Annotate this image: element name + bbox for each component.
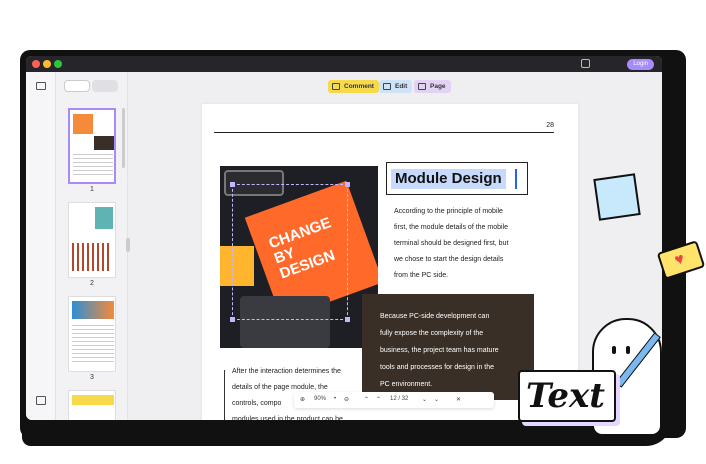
quote-bar	[224, 370, 225, 420]
double-page-view-icon[interactable]	[92, 80, 118, 92]
heart-icon: ♥	[672, 250, 687, 270]
page-icon	[418, 83, 426, 90]
mascot-eye	[612, 346, 616, 354]
close-window-button[interactable]	[32, 60, 40, 68]
panel-collapse-handle[interactable]	[126, 238, 130, 252]
edit-label: Edit	[395, 83, 408, 90]
maximize-window-button[interactable]	[54, 60, 62, 68]
highlight-block[interactable]: Because PC-side development can fully ex…	[362, 294, 534, 400]
header-rule	[214, 132, 554, 133]
page-button[interactable]: Page	[414, 80, 451, 93]
text-line: fully expose the complexity of the	[380, 330, 484, 337]
thumbnail-block	[94, 136, 114, 150]
layout-icon[interactable]	[581, 59, 590, 68]
single-page-view-icon[interactable]	[64, 80, 90, 92]
text-line: first, the module details of the mobile	[394, 224, 509, 231]
thumbnail-page-3[interactable]	[68, 296, 116, 372]
title-bar: Login	[26, 56, 662, 72]
page-navigation-bar: ⊕ 90% • ⊖ ⌃ ⌃ 12 / 32 ⌄ ⌄ ✕	[294, 392, 494, 408]
zoom-out-icon[interactable]: ⊖	[344, 396, 349, 403]
text-line: According to the principle of mobile	[394, 208, 503, 215]
page-indicator[interactable]: 12 / 32	[390, 396, 408, 402]
sticky-note-icon	[593, 173, 641, 221]
text-line: After the interaction determines the	[232, 368, 341, 375]
text-card: Text	[518, 370, 616, 422]
text-line: PC environment.	[380, 381, 433, 388]
text-line: terminal should be designed first, but	[394, 240, 509, 247]
thumbnail-image	[72, 243, 112, 271]
thumbnail-number: 1	[90, 186, 94, 193]
image-selection-box[interactable]	[230, 182, 350, 322]
text-line: we chose to start the design details	[394, 256, 504, 263]
text-line: business, the project team has mature	[380, 347, 499, 354]
left-rail	[26, 72, 56, 420]
login-button[interactable]: Login	[627, 59, 654, 70]
thumbnail-page-2[interactable]	[68, 202, 116, 278]
thumbnail-text-lines	[73, 154, 113, 178]
thumbnail-page-4[interactable]	[68, 390, 116, 420]
zoom-level[interactable]: 90%	[314, 396, 326, 402]
resize-handle[interactable]	[345, 317, 350, 322]
page-label: Page	[430, 83, 446, 90]
thumbnail-number: 2	[90, 280, 94, 287]
close-icon[interactable]: ✕	[456, 396, 461, 403]
comment-button[interactable]: Comment	[328, 80, 379, 93]
text-line: tools and processes for design in the	[380, 364, 495, 371]
last-page-icon[interactable]: ⌄	[434, 396, 439, 403]
text-card-label: Text	[526, 376, 606, 416]
document-image[interactable]: CHANGE BY DESIGN	[220, 166, 378, 348]
next-page-icon[interactable]: ⌄	[422, 396, 427, 403]
paragraph-2: Because PC-side development can fully ex…	[380, 308, 530, 393]
thumbnail-image	[72, 395, 114, 405]
page-number: 28	[546, 122, 554, 129]
resize-handle[interactable]	[230, 317, 235, 322]
text-line: from the PC side.	[394, 272, 449, 279]
comment-icon	[332, 83, 340, 90]
mascot-eye	[626, 346, 630, 354]
text-line: modules used in the product can be	[232, 416, 343, 420]
thumbnail-image	[95, 207, 113, 229]
thumbnail-page-1[interactable]	[68, 108, 116, 184]
book-icon[interactable]	[36, 396, 46, 405]
app-window: Login 1 2 3 Comment Edit Page 28 CHANGE …	[26, 56, 662, 420]
zoom-in-icon[interactable]: ⊕	[300, 396, 305, 403]
title-text-box[interactable]: Module Design	[386, 162, 528, 195]
edit-button[interactable]: Edit	[379, 80, 413, 93]
thumbnail-number: 3	[90, 374, 94, 381]
thumbnail-panel: 1 2 3	[56, 72, 128, 420]
resize-handle[interactable]	[345, 182, 350, 187]
zoom-dropdown-icon[interactable]: •	[334, 396, 336, 402]
paragraph-1[interactable]: According to the principle of mobile fir…	[394, 204, 524, 284]
resize-handle[interactable]	[230, 182, 235, 187]
page-title[interactable]: Module Design	[391, 169, 506, 189]
thumbnail-scrollbar[interactable]	[122, 108, 125, 168]
first-page-icon[interactable]: ⌃	[364, 396, 369, 403]
thumbnails-icon[interactable]	[36, 82, 46, 90]
edit-icon	[383, 83, 391, 90]
thumbnail-image	[73, 114, 93, 134]
thumbnail-text-lines	[72, 325, 114, 365]
comment-label: Comment	[344, 83, 374, 90]
minimize-window-button[interactable]	[43, 60, 51, 68]
thumbnail-image	[72, 301, 114, 319]
previous-page-icon[interactable]: ⌃	[376, 396, 381, 403]
text-cursor	[515, 169, 517, 189]
text-line: Because PC-side development can	[380, 313, 490, 320]
